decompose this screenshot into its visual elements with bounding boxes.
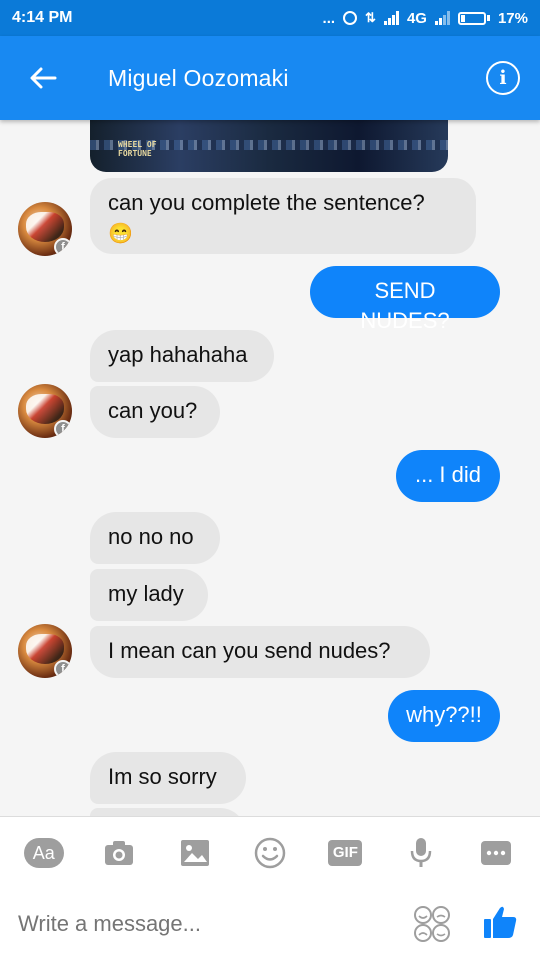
like-button[interactable] bbox=[482, 904, 522, 944]
status-time: 4:14 PM bbox=[12, 9, 73, 26]
arrow-left-icon bbox=[30, 67, 57, 89]
avatar[interactable]: f bbox=[18, 624, 72, 678]
battery-icon bbox=[457, 11, 490, 25]
more-button[interactable] bbox=[475, 832, 517, 874]
signal-icon bbox=[383, 11, 399, 25]
image-caption: WHEEL OF FORTUNE bbox=[118, 140, 157, 158]
smiley-icon bbox=[254, 837, 286, 868]
sync-icon bbox=[343, 11, 358, 25]
signal-icon-2 bbox=[434, 11, 450, 25]
message-bubble-incoming[interactable]: yap hahahaha bbox=[90, 330, 274, 382]
messenger-badge-icon: f bbox=[54, 238, 72, 256]
info-icon: i bbox=[499, 67, 507, 89]
image-message[interactable]: WHEEL OF FORTUNE bbox=[90, 120, 448, 172]
messenger-badge-icon: f bbox=[54, 660, 72, 678]
avatar[interactable]: f bbox=[18, 202, 72, 256]
camera-icon bbox=[105, 840, 134, 865]
back-button[interactable] bbox=[0, 36, 86, 120]
battery-level: 17% bbox=[497, 9, 528, 27]
text-aa-label: Aa bbox=[32, 842, 55, 863]
message-text: SEND NUDES? bbox=[360, 278, 450, 333]
message-bubble-incoming[interactable]: Im so sorry bbox=[90, 752, 246, 804]
emoji-faces-icon bbox=[414, 906, 450, 942]
data-arrows-icon: ⇅ bbox=[365, 10, 376, 25]
message-bubble-incoming[interactable] bbox=[90, 808, 246, 816]
info-button[interactable]: i bbox=[486, 61, 520, 95]
status-bar: 4:14 PM ... ⇅ 4G 17% bbox=[0, 0, 540, 36]
message-text: can you complete the sentence? bbox=[108, 190, 425, 215]
message-bubble-incoming[interactable]: my lady bbox=[90, 569, 208, 621]
conversation-header: Miguel Oozomaki i bbox=[0, 36, 540, 120]
message-bubble-incoming[interactable]: can you? bbox=[90, 386, 220, 438]
notification-dots: ... bbox=[322, 9, 336, 27]
voice-button[interactable] bbox=[400, 832, 442, 874]
messenger-screen: 4:14 PM ... ⇅ 4G 17% Miguel Oozomaki i W… bbox=[0, 0, 540, 960]
message-text: why??!! bbox=[406, 702, 482, 727]
message-text: yap hahahaha bbox=[108, 342, 248, 367]
avatar[interactable]: f bbox=[18, 384, 72, 438]
compose-toolbar: Aa GIF bbox=[0, 816, 540, 888]
contact-name[interactable]: Miguel Oozomaki bbox=[86, 65, 486, 92]
camera-button[interactable] bbox=[98, 832, 140, 874]
message-text: I mean can you send nudes? bbox=[108, 638, 391, 663]
grin-emoji: 😁 bbox=[108, 223, 133, 245]
message-bubble-incoming[interactable]: I mean can you send nudes? bbox=[90, 626, 430, 678]
image-icon bbox=[180, 839, 209, 866]
message-text: no no no bbox=[108, 524, 194, 549]
message-bubble-outgoing[interactable]: ... I did bbox=[396, 450, 500, 502]
text-aa-icon: Aa bbox=[23, 837, 64, 868]
message-composer bbox=[0, 888, 540, 960]
text-format-button[interactable]: Aa bbox=[23, 832, 65, 874]
microphone-icon bbox=[410, 837, 432, 867]
gif-button[interactable]: GIF bbox=[324, 832, 366, 874]
gif-icon: GIF bbox=[328, 839, 363, 866]
message-bubble-incoming[interactable]: can you complete the sentence? 😁 bbox=[90, 178, 476, 254]
message-text: Im so sorry bbox=[108, 764, 217, 789]
thumbs-up-icon bbox=[484, 906, 517, 938]
gif-label: GIF bbox=[332, 843, 358, 861]
emoji-button[interactable] bbox=[249, 832, 291, 874]
more-icon bbox=[481, 840, 512, 865]
message-bubble-outgoing[interactable]: SEND NUDES? bbox=[310, 266, 500, 333]
status-icons: ... ⇅ 4G 17% bbox=[323, 10, 528, 27]
emoji-picker-button[interactable] bbox=[412, 904, 452, 944]
message-bubble-outgoing[interactable]: why??!! bbox=[388, 690, 500, 742]
message-text: ... I did bbox=[414, 462, 482, 487]
message-bubble-incoming[interactable]: no no no bbox=[90, 512, 220, 564]
message-text: my lady bbox=[108, 581, 184, 606]
message-text: can you? bbox=[108, 398, 198, 423]
message-input[interactable] bbox=[18, 911, 412, 937]
network-type: 4G bbox=[406, 9, 427, 27]
messenger-badge-icon: f bbox=[54, 420, 72, 438]
message-list[interactable]: WHEEL OF FORTUNE can you complete the se… bbox=[0, 120, 540, 816]
gallery-button[interactable] bbox=[174, 832, 216, 874]
